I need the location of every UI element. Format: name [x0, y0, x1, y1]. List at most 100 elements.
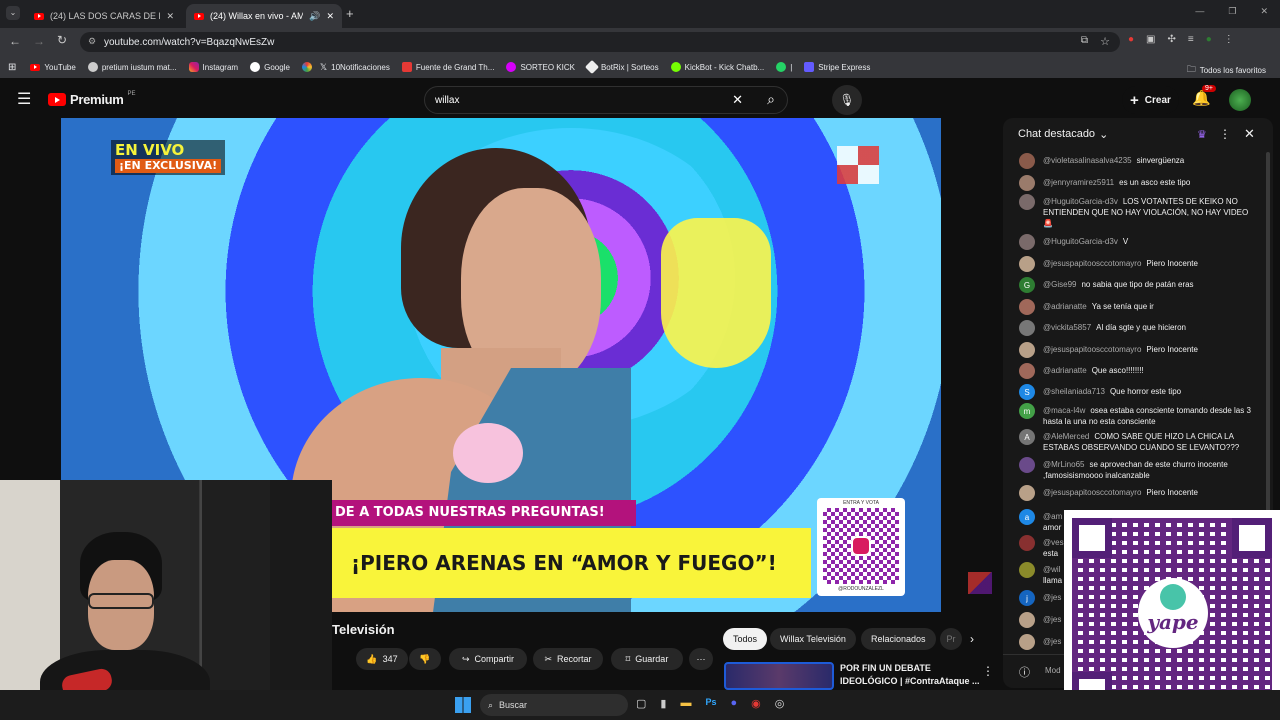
media-controls-icon[interactable]: ≡ — [1188, 34, 1194, 45]
install-app-icon[interactable]: ⧉ — [1081, 35, 1088, 46]
bookmark-youtube[interactable]: YouTube — [30, 63, 76, 72]
chat-author-name[interactable]: @adrianatte — [1043, 302, 1087, 311]
chat-message[interactable]: @jesuspapitoosccotomayro Piero Inocente — [1019, 256, 1259, 272]
back-icon[interactable]: ← — [9, 34, 21, 48]
chat-author-avatar[interactable] — [1019, 234, 1035, 250]
chat-author-name[interactable]: @HuguitoGarcia-d3v — [1043, 237, 1118, 246]
puzzle-extensions-icon[interactable]: ✣ — [1168, 34, 1176, 45]
chat-author-avatar[interactable] — [1019, 342, 1035, 358]
chat-author-name[interactable]: @jesuspapitoosccotomayro — [1043, 488, 1141, 497]
chat-author-name[interactable]: @sheilaniada713 — [1043, 387, 1105, 396]
close-tab-icon[interactable]: ✕ — [326, 11, 334, 22]
voice-search-button[interactable]: 🎙 — [832, 85, 862, 115]
chat-author-name[interactable]: @jennyramirez5911 — [1043, 178, 1114, 187]
maximize-icon[interactable]: ❐ — [1228, 6, 1236, 17]
bookmark-fuente[interactable]: Fuente de Grand Th... — [401, 62, 494, 72]
chat-message[interactable]: A @AleMerced COMO SABE QUE HIZO LA CHICA L… — [1019, 429, 1259, 453]
chat-author-avatar[interactable] — [1019, 562, 1035, 578]
chat-author-name[interactable]: @jes — [1043, 593, 1061, 602]
app-icon[interactable]: ▮ — [660, 697, 666, 710]
chat-author-name[interactable]: @HuguitoGarcia-d3v — [1043, 197, 1118, 206]
bookmark-stripe[interactable]: Stripe Express — [804, 62, 870, 72]
chat-author-avatar[interactable] — [1019, 256, 1035, 272]
chat-message[interactable]: @jesuspapitoosccotomayro Piero Inocente — [1019, 485, 1259, 501]
profile-avatar[interactable]: ● — [1206, 34, 1212, 45]
extension-red-icon[interactable]: ● — [1128, 34, 1134, 45]
chip-willax[interactable]: Willax Televisión — [770, 628, 856, 650]
reload-icon[interactable]: ↻ — [57, 33, 67, 47]
chat-message[interactable]: @adrianatte Ya se tenía que ir — [1019, 299, 1259, 315]
chat-author-name[interactable]: @adrianatte — [1043, 366, 1087, 375]
chat-message[interactable]: @adrianatte Que asco!!!!!!!! — [1019, 363, 1259, 379]
chat-author-avatar[interactable] — [1019, 175, 1035, 191]
forward-icon[interactable]: → — [33, 34, 45, 48]
close-tab-icon[interactable]: ✕ — [166, 11, 174, 22]
all-bookmarks[interactable]: 🗀 Todos los favoritos — [1187, 62, 1266, 78]
dislike-button[interactable]: 👎 — [409, 648, 441, 670]
info-icon[interactable]: ⓘ — [1019, 664, 1030, 680]
share-button[interactable]: ↪ Compartir — [449, 648, 527, 670]
search-input[interactable]: willax ✕ ⌕ — [424, 86, 788, 114]
new-tab-button[interactable]: + — [346, 6, 354, 21]
chat-message[interactable]: G @Gise99 no sabia que tipo de patán eras — [1019, 277, 1259, 293]
url-bar[interactable]: ⚙ youtube.com/watch?v=BqazqNwEsZw ☆ ⧉ — [80, 32, 1120, 52]
clip-button[interactable]: ✂ Recortar — [533, 648, 603, 670]
chat-author-avatar[interactable]: m — [1019, 403, 1035, 419]
extension-icon[interactable]: ▣ — [1146, 34, 1155, 45]
hamburger-menu-icon[interactable]: ☰ — [17, 89, 31, 109]
chat-author-avatar[interactable] — [1019, 320, 1035, 336]
chip-relacionados[interactable]: Relacionados — [861, 628, 936, 650]
chrome-icon[interactable]: ◉ — [751, 697, 761, 710]
chip-todos[interactable]: Todos — [723, 628, 768, 650]
save-button[interactable]: ⌑ Guardar — [611, 648, 683, 670]
browser-menu-icon[interactable]: ⋮ — [1224, 34, 1234, 45]
tab-list-button[interactable]: ⌄ — [6, 6, 20, 20]
bookmark-colorful[interactable] — [301, 62, 312, 72]
chat-message[interactable]: @HuguitoGarcia-d3v V — [1019, 234, 1259, 250]
chat-author-name[interactable]: @ves — [1043, 538, 1064, 547]
chat-author-name[interactable]: @jesuspapitoosccotomayro — [1043, 345, 1141, 354]
photoshop-icon[interactable]: Ps — [705, 697, 716, 710]
close-chat-icon[interactable]: ✕ — [1244, 126, 1255, 142]
chat-author-name[interactable]: @jes — [1043, 637, 1061, 646]
task-view-icon[interactable]: ▢ — [636, 697, 646, 710]
minimize-icon[interactable]: — — [1195, 6, 1204, 17]
discord-icon[interactable]: ● — [730, 697, 737, 710]
chat-author-avatar[interactable] — [1019, 194, 1035, 210]
notifications-button[interactable]: 🔔 9+ — [1192, 85, 1216, 107]
taskbar-search[interactable]: ⌕ Buscar — [480, 694, 628, 716]
chat-author-avatar[interactable] — [1019, 153, 1035, 169]
chat-author-avatar[interactable] — [1019, 363, 1035, 379]
close-window-icon[interactable]: ✕ — [1260, 6, 1268, 17]
chat-author-name[interactable]: @Gise99 — [1043, 280, 1076, 289]
chat-author-avatar[interactable]: S — [1019, 384, 1035, 400]
search-icon[interactable]: ⌕ — [767, 91, 775, 108]
bookmark-pretium[interactable]: pretium iustum mat... — [87, 62, 177, 72]
chat-author-name[interactable]: @MrLino65 — [1043, 460, 1084, 469]
chat-author-name[interactable]: @vickita5857 — [1043, 323, 1091, 332]
chat-author-name[interactable]: @AleMerced — [1043, 432, 1089, 441]
chat-message[interactable]: @MrLino65 se aprovechan de este churro in… — [1019, 457, 1259, 481]
apps-grid-icon[interactable]: ⊞ — [8, 62, 16, 73]
browser-tab-1[interactable]: (24) LAS DOS CARAS DE LA MC ✕ — [26, 4, 182, 28]
chip-partial[interactable]: Pr — [940, 628, 962, 650]
chat-author-avatar[interactable] — [1019, 612, 1035, 628]
chat-author-name[interactable]: @jes — [1043, 615, 1061, 624]
windows-start-icon[interactable] — [455, 697, 471, 713]
chat-author-avatar[interactable] — [1019, 457, 1035, 473]
obs-icon[interactable]: ◎ — [775, 697, 785, 710]
chat-more-icon[interactable]: ⋮ — [1219, 127, 1231, 141]
bookmark-botrix[interactable]: BotRix | Sorteos — [584, 59, 659, 75]
recommended-thumbnail[interactable] — [724, 662, 834, 690]
chat-author-name[interactable]: @maca-l4w — [1043, 406, 1085, 415]
crown-icon[interactable]: ♛ — [1197, 128, 1207, 141]
chat-author-avatar[interactable] — [1019, 485, 1035, 501]
chat-author-avatar[interactable]: G — [1019, 277, 1035, 293]
browser-tab-2[interactable]: (24) Willax en vivo - AMOR 🔊 ✕ — [186, 4, 342, 28]
chat-message[interactable]: m @maca-l4w osea estaba consciente tomando… — [1019, 403, 1259, 427]
chat-message[interactable]: @violetasalinasalva4235 sinvergüenza — [1019, 153, 1259, 169]
clear-search-icon[interactable]: ✕ — [732, 92, 743, 108]
bookmark-kickbot[interactable]: KickBot - Kick Chatb... — [670, 62, 764, 72]
bookmark-google[interactable]: Google — [250, 62, 290, 72]
rec-more-icon[interactable]: ⋮ — [982, 664, 994, 678]
